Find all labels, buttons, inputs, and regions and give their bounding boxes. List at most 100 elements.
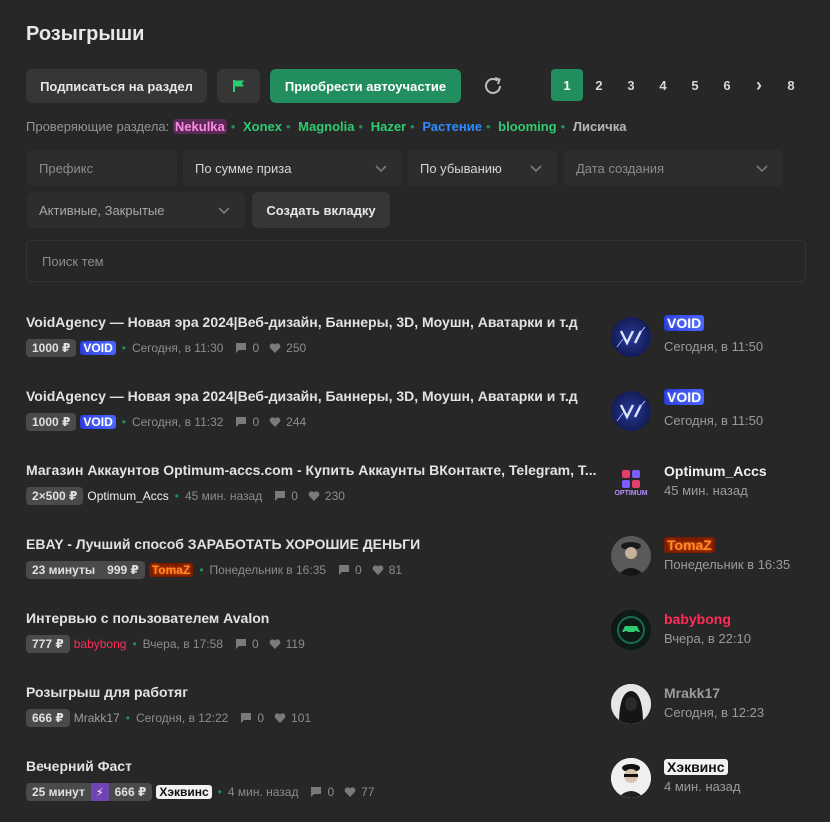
comment-icon bbox=[311, 787, 322, 797]
avatar[interactable] bbox=[611, 610, 651, 650]
avatar[interactable] bbox=[611, 536, 651, 576]
prize-badge: 1000 ₽ bbox=[26, 339, 77, 357]
heart-icon bbox=[269, 417, 281, 427]
moderator-link[interactable]: Лисичка bbox=[573, 119, 627, 134]
void-logo-icon bbox=[616, 400, 646, 422]
moderator-link[interactable]: Xonex bbox=[243, 119, 282, 134]
thread-date: Понедельник в 16:35 bbox=[209, 563, 327, 577]
moderator-link[interactable]: Hazer bbox=[371, 119, 406, 134]
next-page-button[interactable]: › bbox=[743, 69, 775, 101]
prefix-filter[interactable]: Префикс bbox=[27, 150, 177, 186]
moderator-link[interactable]: blooming bbox=[498, 119, 557, 134]
author-link[interactable]: Mrakk17 bbox=[74, 711, 120, 725]
page-5[interactable]: 5 bbox=[679, 69, 711, 101]
avatar[interactable] bbox=[611, 317, 651, 357]
last-poster-name[interactable]: VOID bbox=[664, 389, 705, 405]
thread-title[interactable]: Интервью с пользователем Avalon bbox=[26, 610, 598, 626]
flag-button[interactable] bbox=[217, 69, 260, 103]
author-link[interactable]: VOID bbox=[80, 341, 116, 355]
moderator-link[interactable]: Nekulka bbox=[172, 119, 227, 134]
prize-badge: 777 ₽ bbox=[26, 635, 70, 653]
refresh-button[interactable] bbox=[480, 73, 506, 99]
avatar[interactable] bbox=[611, 758, 651, 798]
date-select[interactable]: Дата создания bbox=[564, 150, 783, 186]
likes-count: 244 bbox=[286, 415, 307, 429]
author-link[interactable]: TomaZ bbox=[148, 563, 194, 577]
last-poster-name[interactable]: Mrakk17 bbox=[664, 685, 720, 701]
prize-badge: 25 минут ⚡ 666 ₽ bbox=[26, 783, 153, 801]
prefix-placeholder: Префикс bbox=[39, 160, 94, 176]
thread-title[interactable]: EBAY - Лучший способ ЗАРАБОТАТЬ ХОРОШИЕ … bbox=[26, 536, 598, 552]
hooded-figure-icon bbox=[611, 684, 651, 724]
replies-count: 0 bbox=[355, 563, 362, 577]
last-poster-name[interactable]: TomaZ bbox=[664, 537, 715, 553]
auto-participation-button[interactable]: Приобрести автоучастие bbox=[270, 69, 461, 103]
page-4[interactable]: 4 bbox=[647, 69, 679, 101]
thread-row[interactable]: Магазин Аккаунтов Optimum-accs.com - Куп… bbox=[26, 462, 806, 536]
page-8[interactable]: 8 bbox=[775, 69, 807, 101]
thread-row[interactable]: Интервью с пользователем Avalon 777 ₽ ba… bbox=[26, 610, 806, 684]
thread-date: Сегодня, в 11:32 bbox=[131, 415, 224, 429]
page-6[interactable]: 6 bbox=[711, 69, 743, 101]
thread-meta: 777 ₽ babybong • Вчера, в 17:58 0 119 bbox=[26, 634, 305, 654]
status-select[interactable]: Активные, Закрытые bbox=[27, 192, 245, 228]
thread-row[interactable]: VoidAgency — Новая эра 2024|Веб-дизайн, … bbox=[26, 388, 806, 462]
last-poster-name[interactable]: babybong bbox=[664, 611, 731, 627]
avatar[interactable]: OPTIMUM bbox=[611, 462, 651, 502]
thread-row[interactable]: Вечерний Фаст 25 минут ⚡ 666 ₽ Хэквинс •… bbox=[26, 758, 806, 822]
heart-icon bbox=[269, 639, 280, 649]
replies-count: 0 bbox=[257, 711, 265, 725]
author-link[interactable]: Хэквинс bbox=[156, 785, 212, 799]
avatar[interactable] bbox=[611, 684, 651, 724]
thread-title[interactable]: Магазин Аккаунтов Optimum-accs.com - Куп… bbox=[26, 462, 598, 478]
pagination: 1 2 3 4 5 6 › 8 bbox=[551, 69, 807, 101]
author-link[interactable]: Optimum_Accs bbox=[87, 489, 168, 503]
page-title: Розыгрыши bbox=[26, 23, 145, 45]
moderator-link[interactable]: Magnolia bbox=[298, 119, 354, 134]
thread-date: Сегодня, в 11:30 bbox=[131, 341, 224, 355]
thread-title[interactable]: VoidAgency — Новая эра 2024|Веб-дизайн, … bbox=[26, 388, 598, 404]
prize-badge: 2×500 ₽ bbox=[26, 487, 84, 505]
prize-badge: 1000 ₽ bbox=[26, 413, 77, 431]
order-select[interactable]: По убыванию bbox=[408, 150, 557, 186]
optimum-logo-text: OPTIMUM bbox=[614, 489, 648, 497]
likes-count: 77 bbox=[361, 785, 375, 799]
comment-icon bbox=[241, 713, 252, 723]
avatar[interactable] bbox=[611, 391, 651, 431]
comment-icon bbox=[275, 491, 286, 501]
heart-icon bbox=[274, 713, 286, 723]
subscribe-button[interactable]: Подписаться на раздел bbox=[26, 69, 207, 103]
thread-row[interactable]: Розыгрыш для работяг 666 ₽ Mrakk17 • Сег… bbox=[26, 684, 806, 758]
sort-by-value: По сумме приза bbox=[195, 160, 292, 176]
likes-count: 119 bbox=[285, 637, 305, 651]
page-1[interactable]: 1 bbox=[551, 69, 583, 101]
prize-label: 666 ₽ bbox=[114, 785, 147, 799]
comment-icon bbox=[339, 565, 350, 575]
page-2[interactable]: 2 bbox=[583, 69, 615, 101]
last-post-time: 45 мин. назад bbox=[664, 483, 748, 498]
comment-icon bbox=[236, 343, 247, 353]
flag-icon bbox=[232, 80, 244, 92]
heart-icon bbox=[344, 787, 356, 797]
sort-by-select[interactable]: По сумме приза bbox=[183, 150, 402, 186]
thread-row[interactable]: VoidAgency — Новая эра 2024|Веб-дизайн, … bbox=[26, 314, 806, 388]
last-post-time: Вчера, в 22:10 bbox=[664, 631, 751, 646]
page-3[interactable]: 3 bbox=[615, 69, 647, 101]
lightning-icon: ⚡ bbox=[90, 783, 109, 801]
moderator-link[interactable]: Растение bbox=[422, 119, 482, 134]
search-input[interactable]: Поиск тем bbox=[26, 240, 806, 282]
thread-title[interactable]: Розыгрыш для работяг bbox=[26, 684, 598, 700]
refresh-icon bbox=[485, 77, 501, 94]
author-link[interactable]: VOID bbox=[80, 415, 116, 429]
void-logo-icon bbox=[616, 326, 646, 348]
author-link[interactable]: babybong bbox=[74, 637, 127, 651]
last-poster-name[interactable]: Optimum_Accs bbox=[664, 463, 767, 479]
thread-title[interactable]: VoidAgency — Новая эра 2024|Веб-дизайн, … bbox=[26, 314, 598, 330]
last-poster-name[interactable]: VOID bbox=[664, 315, 705, 331]
thread-title[interactable]: Вечерний Фаст bbox=[26, 758, 598, 774]
thread-row[interactable]: EBAY - Лучший способ ЗАРАБОТАТЬ ХОРОШИЕ … bbox=[26, 536, 806, 610]
create-tab-button[interactable]: Создать вкладку bbox=[252, 192, 390, 228]
last-poster-name[interactable]: Хэквинс bbox=[664, 759, 728, 775]
comment-icon bbox=[236, 417, 247, 427]
heart-icon bbox=[269, 343, 281, 353]
